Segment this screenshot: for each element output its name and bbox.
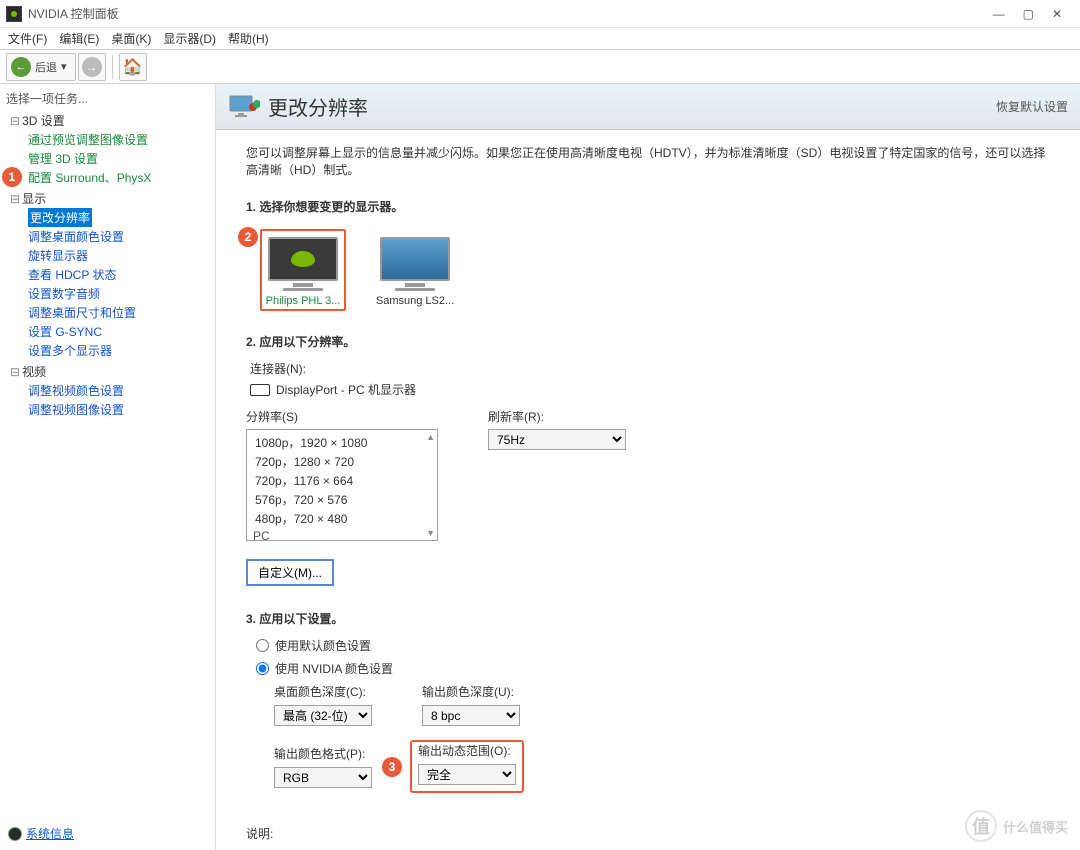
list-item[interactable]: 720p，1176 × 664 (253, 471, 431, 490)
home-button[interactable]: 🏠 (119, 53, 147, 81)
tree-group-3d[interactable]: ⊟3D 设置 (2, 111, 213, 130)
page-title: 更改分辨率 (268, 92, 988, 121)
watermark-icon: 值 (965, 810, 997, 842)
annotation-2: 2 (238, 227, 258, 247)
collapse-icon: ⊟ (10, 365, 20, 379)
tree-video-color[interactable]: 调整视频颜色设置 (2, 381, 213, 400)
annotation-1: 1 (2, 167, 22, 187)
menu-display[interactable]: 显示器(D) (159, 28, 220, 49)
step1-title: 1. 选择你想要变更的显示器。 (246, 198, 1050, 215)
connector-label: 连接器(N): (250, 360, 1046, 377)
monitor-screen-icon (380, 237, 450, 281)
scroll-down-icon[interactable]: ▼ (426, 528, 435, 538)
tree-group-video[interactable]: ⊟视频 (2, 362, 213, 381)
tree-hdcp-status[interactable]: 查看 HDCP 状态 (2, 265, 213, 284)
page-header: 更改分辨率 恢复默认设置 (216, 84, 1080, 130)
app-icon (6, 6, 22, 22)
title-bar: NVIDIA 控制面板 — ▢ ✕ (0, 0, 1080, 28)
output-range-select[interactable]: 完全 (418, 764, 516, 785)
tree-manage-3d[interactable]: 管理 3D 设置 (2, 149, 213, 168)
tree-multiple-displays[interactable]: 设置多个显示器 (2, 341, 213, 360)
monitor-list: 2 Philips PHL 3... Samsung LS2... (246, 225, 1050, 321)
monitor-screen-icon (268, 237, 338, 281)
monitor-header-icon (228, 93, 260, 121)
collapse-icon: ⊟ (10, 192, 20, 206)
window-title: NVIDIA 控制面板 (28, 5, 993, 22)
tree-desktop-size[interactable]: 调整桌面尺寸和位置 (2, 303, 213, 322)
custom-resolution-button[interactable]: 自定义(M)... (246, 559, 334, 586)
tree-video-image[interactable]: 调整视频图像设置 (2, 400, 213, 419)
monitor-samsung[interactable]: Samsung LS2... (372, 229, 458, 311)
sidebar-footer: 系统信息 (8, 825, 74, 842)
window-controls: — ▢ ✕ (993, 7, 1074, 21)
back-button[interactable]: ← 后退 ▾ (6, 53, 76, 81)
output-format-select[interactable]: RGB (274, 767, 372, 788)
info-icon (8, 827, 22, 841)
content: 更改分辨率 恢复默认设置 您可以调整屏幕上显示的信息量并减少闪烁。如果您正在使用… (216, 84, 1080, 850)
output-depth-select[interactable]: 8 bpc (422, 705, 520, 726)
forward-arrow-icon: → (82, 57, 102, 77)
tree-surround-physx[interactable]: 配置 Surround、PhysX (2, 168, 213, 187)
separator (112, 55, 113, 79)
scroll-up-icon[interactable]: ▲ (426, 432, 435, 442)
output-depth-label: 输出颜色深度(U): (422, 683, 520, 700)
radio-nvidia-colors[interactable]: 使用 NVIDIA 颜色设置 (256, 660, 1040, 677)
dropdown-icon: ▾ (61, 60, 67, 73)
list-group-header: PC (253, 528, 431, 541)
output-format-label: 输出颜色格式(P): (274, 745, 372, 762)
forward-button[interactable]: → (78, 53, 106, 81)
collapse-icon: ⊟ (10, 114, 20, 128)
list-item[interactable]: 720p，1280 × 720 (253, 452, 431, 471)
list-item[interactable]: 576p，720 × 576 (253, 490, 431, 509)
tree-change-resolution[interactable]: 更改分辨率 (28, 208, 92, 227)
home-icon: 🏠 (123, 57, 143, 77)
watermark: 值 什么值得买 (965, 810, 1068, 842)
intro-text: 您可以调整屏幕上显示的信息量并减少闪烁。如果您正在使用高清晰度电视（HDTV），… (216, 130, 1080, 192)
displayport-icon (250, 384, 270, 396)
close-button[interactable]: ✕ (1052, 7, 1062, 21)
highlighted-range-box: 输出动态范围(O): 完全 (410, 740, 524, 793)
toolbar: ← 后退 ▾ → 🏠 (0, 50, 1080, 84)
step3-title: 3. 应用以下设置。 (246, 610, 1050, 627)
tree-adjust-color[interactable]: 调整桌面颜色设置 (2, 227, 213, 246)
tree-preview-image[interactable]: 通过预览调整图像设置 (2, 130, 213, 149)
list-item[interactable]: 480p，720 × 480 (253, 509, 431, 528)
annotation-3: 3 (382, 757, 402, 777)
resolution-label: 分辨率(S) (246, 408, 438, 425)
desktop-depth-label: 桌面颜色深度(C): (274, 683, 372, 700)
output-range-label: 输出动态范围(O): (418, 742, 516, 759)
tree-digital-audio[interactable]: 设置数字音频 (2, 284, 213, 303)
tree-group-display[interactable]: ⊟显示 (2, 189, 213, 208)
menu-edit[interactable]: 编辑(E) (55, 28, 103, 49)
tree-rotate-display[interactable]: 旋转显示器 (2, 246, 213, 265)
back-arrow-icon: ← (11, 57, 31, 77)
monitor-philips[interactable]: Philips PHL 3... (260, 229, 346, 311)
menu-bar: 文件(F) 编辑(E) 桌面(K) 显示器(D) 帮助(H) (0, 28, 1080, 50)
nav-tree: 1 ⊟3D 设置 通过预览调整图像设置 管理 3D 设置 配置 Surround… (2, 111, 213, 419)
menu-desktop[interactable]: 桌面(K) (107, 28, 155, 49)
resolution-listbox[interactable]: ▲ ▼ 1080p，1920 × 1080 720p，1280 × 720 72… (246, 429, 438, 541)
description-title: 说明: (246, 825, 1050, 842)
tree-gsync[interactable]: 设置 G-SYNC (2, 322, 213, 341)
radio-default-colors[interactable]: 使用默认颜色设置 (256, 637, 1040, 654)
restore-defaults-link[interactable]: 恢复默认设置 (996, 98, 1068, 115)
refresh-label: 刷新率(R): (488, 408, 626, 425)
step2-title: 2. 应用以下分辨率。 (246, 333, 1050, 350)
sidebar: 选择一项任务... 1 ⊟3D 设置 通过预览调整图像设置 管理 3D 设置 配… (0, 84, 216, 850)
connector-value: DisplayPort - PC 机显示器 (276, 381, 416, 398)
sidebar-title: 选择一项任务... (2, 88, 213, 109)
menu-help[interactable]: 帮助(H) (224, 28, 273, 49)
desktop-depth-select[interactable]: 最高 (32-位) (274, 705, 372, 726)
refresh-rate-select[interactable]: 75Hz (488, 429, 626, 450)
list-item[interactable]: 1080p，1920 × 1080 (253, 433, 431, 452)
menu-file[interactable]: 文件(F) (4, 28, 51, 49)
maximize-button[interactable]: ▢ (1023, 7, 1034, 21)
system-info-link[interactable]: 系统信息 (26, 825, 74, 842)
connector-row: DisplayPort - PC 机显示器 (250, 381, 1046, 398)
minimize-button[interactable]: — (993, 7, 1005, 21)
